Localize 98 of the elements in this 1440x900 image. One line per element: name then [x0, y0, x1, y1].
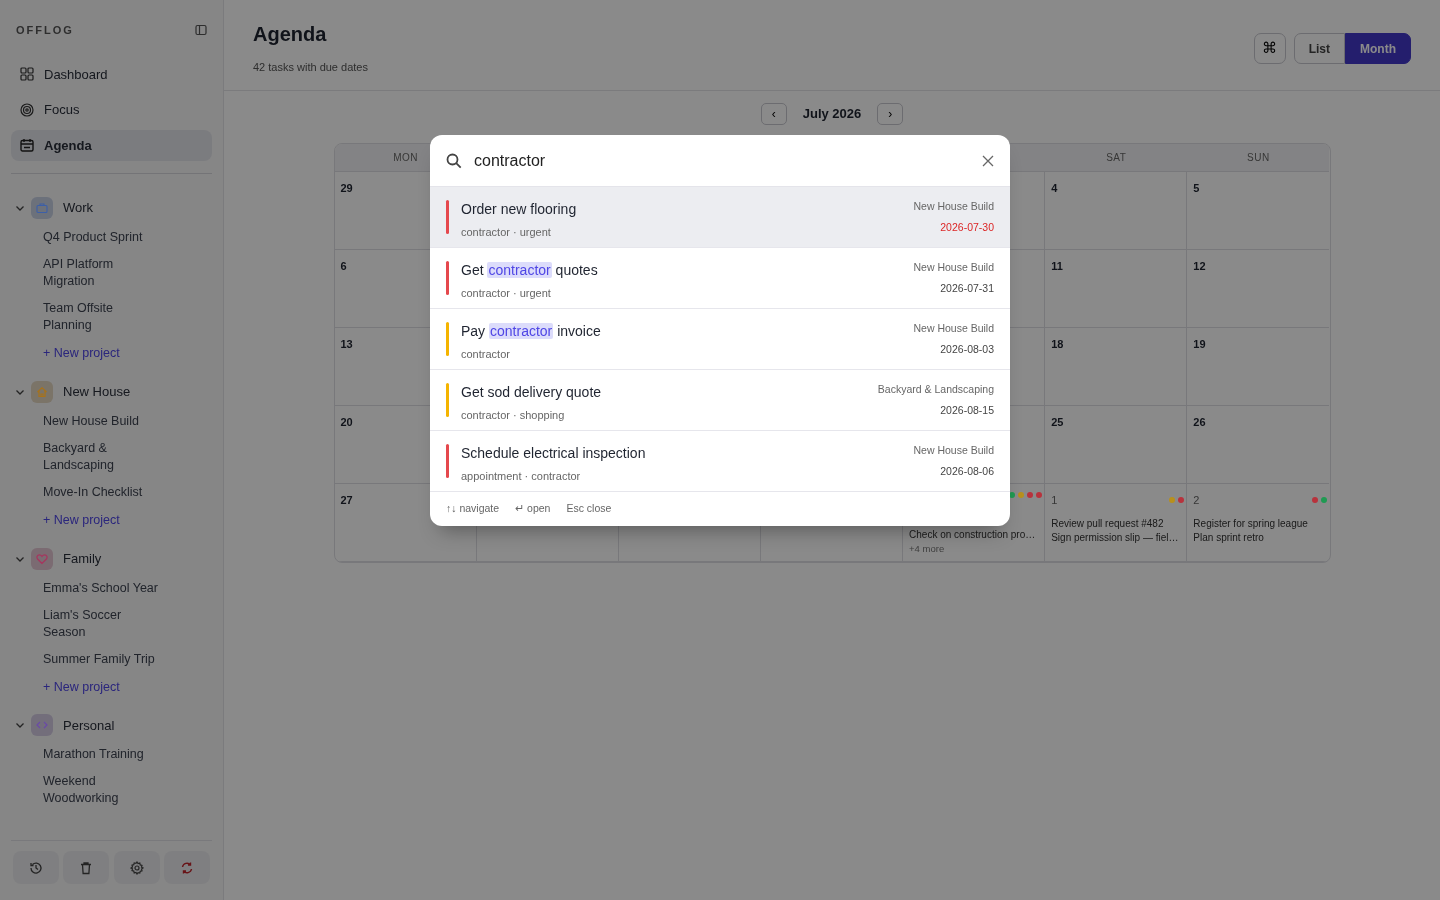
result-date: 2026-08-06	[939, 463, 994, 479]
day-number: 20	[340, 415, 353, 430]
weekday-header: SAT	[1045, 144, 1188, 172]
previous-month-button[interactable]: ‹	[760, 103, 787, 125]
target-icon	[20, 102, 34, 117]
project-link[interactable]: Weekend Woodworking	[11, 768, 165, 813]
result-date: 2026-07-30	[939, 219, 994, 235]
calendar-task[interactable]: Plan sprint retro	[1193, 530, 1324, 545]
new-project-link[interactable]: + New project	[11, 339, 120, 368]
search-result[interactable]: Pay contractor invoice contractor New House Build 2026-08-03	[430, 309, 1010, 370]
calendar-task[interactable]: Review pull request #482	[1051, 516, 1181, 531]
grid-icon	[20, 67, 34, 82]
month-title: July 2026	[802, 105, 862, 124]
nav-item[interactable]: Agenda	[11, 129, 212, 161]
group-header[interactable]: Work	[11, 192, 212, 224]
calendar-icon	[20, 138, 34, 153]
project-link[interactable]: Summer Family Trip	[11, 645, 165, 673]
day-cell[interactable]: 11	[1045, 250, 1188, 328]
project-link[interactable]: Liam's Soccer Season	[11, 601, 165, 646]
day-cell[interactable]: 4	[1045, 172, 1188, 250]
command-button[interactable]: ⌘	[1253, 33, 1286, 64]
new-project-link[interactable]: + New project	[11, 505, 120, 535]
result-project: New House Build	[913, 199, 994, 214]
project-link[interactable]: Marathon Training	[11, 741, 165, 769]
weekday-header: SUN	[1187, 144, 1330, 172]
result-date: 2026-08-03	[939, 341, 994, 357]
project-link[interactable]: Emma's School Year	[11, 574, 165, 602]
history-icon	[29, 860, 44, 875]
search-result[interactable]: Order new flooring contractor · urgent New House Build 2026-07-30	[430, 187, 1010, 248]
project-link[interactable]: Team Offsite Planning	[11, 295, 165, 339]
search-result[interactable]: Get sod delivery quote contractor · shopping Backyard & Landscaping 2026-08-15	[430, 370, 1010, 431]
day-number: 19	[1193, 337, 1206, 352]
day-number: 5	[1193, 181, 1200, 196]
project-link[interactable]: Move-In Checklist	[11, 478, 165, 506]
day-number: 11	[1051, 259, 1063, 274]
calendar-task[interactable]: Register for spring league	[1193, 516, 1324, 531]
match-highlight: contractor	[487, 262, 552, 278]
search-result[interactable]: Get contractor quotes contractor · urgent New House Build 2026-07-31	[430, 248, 1010, 309]
day-number: 25	[1051, 415, 1064, 430]
match-highlight: contractor	[489, 323, 554, 339]
close-icon[interactable]	[982, 154, 994, 167]
new-project-link[interactable]: + New project	[11, 672, 120, 702]
day-cell[interactable]: 12	[1187, 250, 1330, 328]
result-title: invoice	[556, 323, 601, 339]
day-cell[interactable]: 2 Register for spring league Plan sprint retro	[1187, 484, 1330, 562]
project-link[interactable]: Backyard & Landscaping	[11, 434, 165, 479]
day-cell[interactable]: 19	[1187, 328, 1330, 406]
nav-item[interactable]: Focus	[11, 94, 212, 126]
group-header[interactable]: Personal	[11, 709, 212, 742]
keyboard-hint: Esc close	[566, 501, 612, 516]
day-number: 29	[340, 181, 353, 196]
calendar-task[interactable]: Check on construction pro…	[909, 528, 1039, 542]
result-project: New House Build	[913, 260, 994, 275]
day-cell[interactable]: 5	[1187, 172, 1330, 250]
project-link[interactable]: New House Build	[11, 407, 165, 435]
day-cell[interactable]: 1 Review pull request #482 Sign permission slip — fiel…	[1045, 484, 1188, 562]
calendar-task[interactable]: Sign permission slip — fiel…	[1051, 530, 1181, 545]
day-number: 1	[1051, 493, 1058, 508]
day-number: 12	[1193, 259, 1206, 274]
result-project: Backyard & Landscaping	[877, 382, 994, 397]
day-number: 13	[340, 337, 353, 352]
next-month-button[interactable]: ›	[877, 103, 904, 125]
search-result[interactable]: Schedule electrical inspection appointment · contractor New House Build 2026-08-06	[430, 431, 1010, 492]
sync-icon	[179, 860, 194, 875]
day-number: 2	[1193, 493, 1200, 508]
trash-icon	[79, 860, 94, 875]
result-title: quotes	[554, 262, 598, 278]
project-link[interactable]: API Platform Migration	[11, 251, 165, 295]
day-number: 4	[1051, 181, 1058, 196]
result-date: 2026-07-31	[939, 280, 994, 296]
day-number: 27	[340, 493, 353, 508]
group-header[interactable]: New House	[11, 375, 212, 408]
settings-icon	[129, 860, 144, 875]
result-project: New House Build	[913, 321, 994, 336]
more-tasks-link[interactable]: +4 more	[909, 542, 1039, 557]
group-header[interactable]: Family	[11, 542, 212, 575]
search-icon	[446, 152, 462, 169]
project-link[interactable]: Q4 Product Sprint	[11, 224, 165, 251]
page-title: Agenda	[253, 22, 328, 46]
app-logo-text: OFFLOG	[16, 23, 74, 38]
trash-button[interactable]	[63, 851, 110, 884]
day-number: 6	[340, 259, 347, 274]
day-cell[interactable]: 25	[1045, 406, 1188, 484]
sidebar-toggle-icon[interactable]	[195, 24, 207, 37]
view-toggle[interactable]: Month	[1345, 33, 1411, 64]
history-button[interactable]	[13, 851, 60, 884]
nav-item[interactable]: Dashboard	[11, 58, 212, 90]
task-count-text: 42 tasks with due dates	[253, 60, 368, 75]
day-number: 26	[1193, 415, 1206, 430]
result-date: 2026-08-15	[939, 402, 994, 418]
sync-button[interactable]	[163, 851, 210, 884]
settings-button[interactable]	[113, 851, 160, 884]
day-number: 18	[1051, 337, 1064, 352]
result-project: New House Build	[913, 443, 994, 458]
keyboard-hint: ↵ open	[515, 501, 551, 516]
view-toggle[interactable]: List	[1293, 33, 1345, 64]
day-cell[interactable]: 18	[1045, 328, 1188, 406]
day-cell[interactable]: 26	[1187, 406, 1330, 484]
